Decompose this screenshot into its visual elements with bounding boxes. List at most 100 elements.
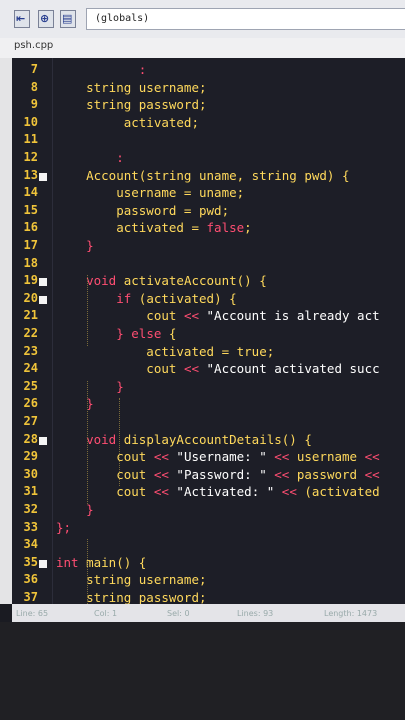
- line-number: 24: [23, 361, 38, 376]
- indent-guide: [119, 398, 120, 487]
- indent-guide: [87, 275, 88, 346]
- code-line[interactable]: 29 cout << "Username: " << username <<: [12, 449, 405, 466]
- indent-guide: [87, 539, 88, 606]
- fold-marker-icon[interactable]: [39, 278, 47, 287]
- status-line: Line: 65: [16, 609, 49, 618]
- code-line[interactable]: 14 username = uname;: [12, 185, 405, 202]
- code-token: false: [206, 220, 245, 236]
- code-line[interactable]: 20 if (activated) {: [12, 291, 405, 308]
- code-text: int main() {: [56, 555, 146, 570]
- code-text: };: [56, 520, 71, 535]
- line-number: 12: [23, 150, 38, 164]
- code-line[interactable]: 7 :: [12, 62, 405, 79]
- fold-marker-icon[interactable]: [39, 559, 47, 568]
- fold-marker-icon[interactable]: [39, 295, 47, 304]
- tab-bar: psh.cpp: [0, 38, 405, 58]
- code-line[interactable]: 31 cout << "Activated: " << (activated: [12, 484, 405, 501]
- code-token: cout: [56, 308, 184, 324]
- code-editor[interactable]: 7 :8 string username; 9 string password; 1…: [12, 58, 405, 606]
- code-token: activated =: [56, 220, 207, 236]
- code-text: if (activated) {: [56, 290, 237, 306]
- code-line[interactable]: 21 cout << "Account is already act: [12, 308, 405, 325]
- code-line[interactable]: 33};: [12, 520, 405, 537]
- class-icon[interactable]: ▤: [60, 10, 76, 28]
- code-line[interactable]: 22 } else {: [12, 326, 405, 343]
- line-number: 29: [23, 449, 38, 464]
- code-token: displayAccountDetails() {: [116, 431, 312, 447]
- code-line[interactable]: 17 }: [12, 238, 405, 255]
- line-number: 21: [23, 308, 38, 323]
- line-number: 33: [23, 519, 38, 534]
- add-icon[interactable]: ⊕: [38, 10, 54, 28]
- code-line[interactable]: 19 void activateAccount() {: [12, 273, 405, 290]
- code-line[interactable]: 8 string username;: [12, 80, 405, 97]
- fold-marker-icon[interactable]: [39, 436, 47, 445]
- code-line[interactable]: 34: [12, 537, 405, 554]
- code-token: string username;: [56, 79, 207, 95]
- code-token: "Username: ": [168, 449, 275, 465]
- code-line[interactable]: 27: [12, 414, 405, 431]
- code-text: string password;: [56, 97, 207, 113]
- code-line[interactable]: 13 Account(string uname, string pwd) {: [12, 168, 405, 185]
- code-line[interactable]: 10 activated;: [12, 115, 405, 132]
- code-token: <<: [274, 466, 290, 482]
- code-token: <<: [153, 484, 169, 500]
- line-number: 32: [23, 502, 38, 516]
- code-line[interactable]: 9 string password;: [12, 97, 405, 114]
- code-text: password = pwd;: [56, 203, 229, 218]
- code-token: <<: [153, 449, 169, 465]
- code-token: int: [56, 554, 79, 570]
- code-token: <<: [364, 466, 380, 482]
- scope-selector[interactable]: (globals): [86, 8, 405, 30]
- code-line[interactable]: 28 void displayAccountDetails() {: [12, 432, 405, 449]
- line-number: 23: [23, 343, 38, 358]
- code-token: string password;: [56, 97, 207, 113]
- code-line[interactable]: 30 cout << "Password: " << password <<: [12, 467, 405, 484]
- code-text: cout << "Account is already act: [56, 308, 379, 324]
- file-tab[interactable]: psh.cpp: [14, 40, 53, 51]
- code-token: (activated) {: [131, 290, 237, 306]
- line-number: 8: [30, 79, 38, 94]
- back-icon[interactable]: ⇤: [14, 10, 30, 28]
- status-length: Length: 1473: [324, 609, 378, 618]
- code-token: cout: [56, 466, 154, 482]
- code-line[interactable]: 24 cout << "Account activated succ: [12, 361, 405, 378]
- code-line[interactable]: 11: [12, 132, 405, 149]
- code-line[interactable]: 32 }: [12, 502, 405, 519]
- line-number: 20: [23, 290, 38, 305]
- code-text: } else {: [56, 326, 176, 341]
- line-number: 13: [23, 167, 38, 182]
- fold-marker-icon[interactable]: [39, 172, 47, 181]
- code-text: void displayAccountDetails() {: [56, 432, 312, 447]
- line-number: 36: [23, 572, 38, 587]
- code-token: <<: [153, 466, 169, 482]
- code-text: string username;: [56, 572, 207, 588]
- code-token: }: [56, 378, 124, 394]
- code-text: cout << "Activated: " << (activated: [56, 484, 379, 500]
- code-line[interactable]: 16 activated = false;: [12, 220, 405, 237]
- code-token: ;: [266, 343, 275, 359]
- code-line[interactable]: 36 string username;: [12, 572, 405, 589]
- code-line[interactable]: 25 }: [12, 379, 405, 396]
- code-line[interactable]: 15 password = pwd;: [12, 203, 405, 220]
- code-token: "Password: ": [168, 466, 275, 482]
- code-line[interactable]: 18: [12, 256, 405, 273]
- code-token: string password;: [56, 590, 207, 605]
- code-line[interactable]: 26 }: [12, 396, 405, 413]
- code-text: activated;: [56, 115, 199, 130]
- code-token: <<: [183, 308, 199, 324]
- code-token: string username;: [56, 572, 207, 588]
- code-token: cout: [56, 361, 184, 377]
- code-line[interactable]: 12 :: [12, 150, 405, 167]
- line-number: 11: [23, 132, 38, 147]
- code-token: cout: [56, 484, 154, 500]
- code-line[interactable]: 35 int main() {: [12, 555, 405, 572]
- code-line[interactable]: 23 activated = true;: [12, 344, 405, 361]
- code-token: activated;: [56, 114, 199, 130]
- code-text: cout << "Username: " << username <<: [56, 449, 379, 465]
- line-number: 14: [23, 185, 38, 200]
- code-token: }: [56, 326, 132, 341]
